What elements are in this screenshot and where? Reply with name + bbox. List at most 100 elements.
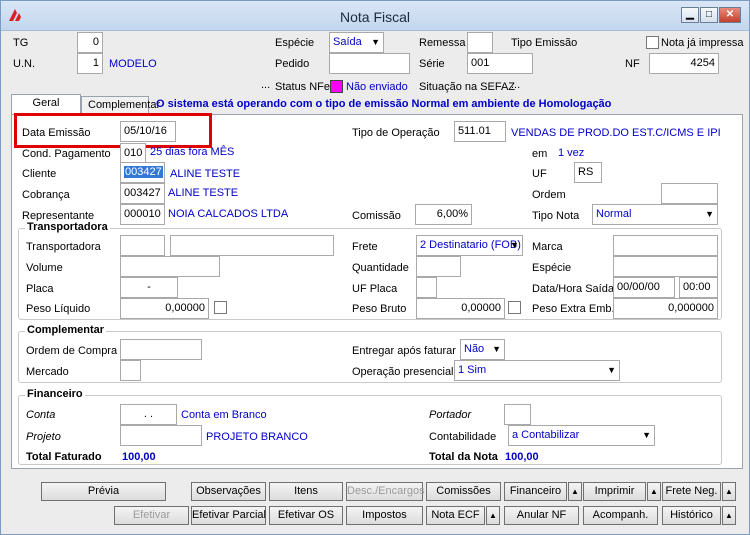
cobranca-input[interactable]: 003427 bbox=[120, 183, 165, 204]
nota-ecf-dropdown-button[interactable]: ▲ bbox=[486, 506, 500, 525]
frete-neg-button[interactable]: Frete Neg. bbox=[662, 482, 721, 501]
conta-input[interactable]: . . bbox=[120, 404, 177, 425]
transportadora-code-input[interactable] bbox=[120, 235, 165, 256]
projeto-label: Projeto bbox=[26, 431, 61, 443]
nota-ja-impressa-checkbox[interactable] bbox=[646, 36, 659, 49]
acompanh-button[interactable]: Acompanh. bbox=[583, 506, 658, 525]
contabilidade-value: a Contabilizar bbox=[512, 429, 580, 441]
efetivar-os-button[interactable]: Efetivar OS bbox=[269, 506, 343, 525]
nf-input[interactable]: 4254 bbox=[649, 53, 719, 74]
hora-saida-input[interactable]: 00:00 bbox=[679, 277, 718, 298]
transportadora-name-input[interactable] bbox=[170, 235, 334, 256]
imprimir-dropdown-button[interactable]: ▲ bbox=[647, 482, 661, 501]
especie-transp-label: Espécie bbox=[532, 262, 572, 274]
highlight-box bbox=[14, 113, 212, 148]
frete-label: Frete bbox=[352, 241, 378, 253]
tab-geral[interactable]: Geral bbox=[11, 94, 81, 115]
maximize-button[interactable]: □ bbox=[700, 7, 718, 23]
peso-bruto-input[interactable]: 0,00000 bbox=[416, 298, 505, 319]
peso-liquido-checkbox[interactable] bbox=[214, 301, 227, 314]
tipo-nota-select[interactable]: Normal ▼ bbox=[592, 204, 718, 225]
close-button[interactable]: ✕ bbox=[719, 7, 741, 23]
peso-bruto-checkbox[interactable] bbox=[508, 301, 521, 314]
un-input[interactable]: 1 bbox=[77, 53, 103, 74]
situacao-ellipsis-button[interactable]: ... bbox=[511, 79, 520, 91]
frete-value: 2 Destinatario (FOB) bbox=[420, 239, 521, 251]
uf-placa-input[interactable] bbox=[416, 277, 437, 298]
imprimir-button[interactable]: Imprimir bbox=[583, 482, 646, 501]
minimize-button[interactable]: ▁ bbox=[681, 7, 699, 23]
ordem-input[interactable] bbox=[661, 183, 718, 204]
desc-encargos-button[interactable]: Desc./Encargos bbox=[346, 482, 425, 501]
impostos-button[interactable]: Impostos bbox=[346, 506, 423, 525]
peso-extra-label: Peso Extra Emb. bbox=[532, 303, 615, 315]
previa-button[interactable]: Prévia bbox=[41, 482, 166, 501]
transportadora-label: Transportadora bbox=[26, 241, 101, 253]
homologacao-banner: O sistema está operando com o tipo de em… bbox=[156, 98, 612, 110]
mercado-input[interactable] bbox=[120, 360, 141, 381]
observacoes-button[interactable]: Observações bbox=[191, 482, 266, 501]
complementar-title: Complementar bbox=[25, 324, 107, 336]
tg-label: TG bbox=[13, 37, 29, 49]
serie-input[interactable]: 001 bbox=[467, 53, 533, 74]
placa-label: Placa bbox=[26, 283, 54, 295]
historico-dropdown-button[interactable]: ▲ bbox=[722, 506, 736, 525]
total-faturado-value: 100,00 bbox=[122, 451, 156, 463]
nota-ecf-button[interactable]: Nota ECF bbox=[426, 506, 485, 525]
data-saida-input[interactable]: 00/00/00 bbox=[613, 277, 675, 298]
especie-transp-input[interactable] bbox=[613, 256, 718, 277]
volume-input[interactable] bbox=[120, 256, 220, 277]
remessa-input[interactable] bbox=[467, 32, 493, 53]
representante-input[interactable]: 000010 bbox=[120, 204, 165, 225]
un-label: U.N. bbox=[13, 58, 35, 70]
placa-input[interactable]: - bbox=[120, 277, 178, 298]
cliente-input[interactable]: 003427 bbox=[120, 162, 165, 183]
portador-input[interactable] bbox=[504, 404, 531, 425]
frete-neg-dropdown-button[interactable]: ▲ bbox=[722, 482, 736, 501]
operacao-presencial-select[interactable]: 1 Sim ▼ bbox=[454, 360, 620, 381]
historico-button[interactable]: Histórico bbox=[662, 506, 721, 525]
conta-desc: Conta em Branco bbox=[181, 409, 267, 421]
comissoes-button[interactable]: Comissões bbox=[426, 482, 501, 501]
nota-ja-impressa-label: Nota já impressa bbox=[661, 37, 744, 49]
peso-liquido-input[interactable]: 0,00000 bbox=[120, 298, 209, 319]
status-ellipsis-button[interactable]: ... bbox=[261, 79, 270, 91]
itens-button[interactable]: Itens bbox=[269, 482, 343, 501]
uf-input[interactable]: RS bbox=[574, 162, 602, 183]
comissao-input[interactable]: 6,00% bbox=[415, 204, 472, 225]
quantidade-label: Quantidade bbox=[352, 262, 409, 274]
pedido-input[interactable] bbox=[329, 53, 410, 74]
peso-extra-input[interactable]: 0,000000 bbox=[613, 298, 718, 319]
entregar-label: Entregar após faturar bbox=[352, 345, 456, 357]
efetivar-button[interactable]: Efetivar bbox=[114, 506, 189, 525]
ordem-compra-input[interactable] bbox=[120, 339, 202, 360]
marca-input[interactable] bbox=[613, 235, 718, 256]
quantidade-input[interactable] bbox=[416, 256, 461, 277]
cond-pagamento-input[interactable]: 010 bbox=[120, 143, 146, 164]
efetivar-parcial-button[interactable]: Efetivar Parcial bbox=[191, 506, 266, 525]
financeiro-dropdown-button[interactable]: ▲ bbox=[568, 482, 582, 501]
anular-nf-button[interactable]: Anular NF bbox=[504, 506, 579, 525]
marca-label: Marca bbox=[532, 241, 563, 253]
window-title: Nota Fiscal bbox=[339, 9, 411, 25]
status-nfe-label: Status NFe bbox=[275, 81, 331, 93]
mercado-label: Mercado bbox=[26, 366, 69, 378]
contabilidade-select[interactable]: a Contabilizar ▼ bbox=[508, 425, 655, 446]
peso-liquido-label: Peso Líquido bbox=[26, 303, 91, 315]
especie-label: Espécie bbox=[275, 37, 315, 49]
tipo-operacao-label: Tipo de Operação bbox=[352, 127, 440, 139]
financeiro-button[interactable]: Financeiro bbox=[504, 482, 567, 501]
transportadora-title: Transportadora bbox=[25, 221, 110, 233]
especie-select[interactable]: Saída ▼ bbox=[329, 32, 384, 53]
cobranca-label: Cobrança bbox=[22, 189, 70, 201]
tg-input[interactable]: 0 bbox=[77, 32, 103, 53]
tipo-emissao-label: Tipo Emissão bbox=[511, 37, 578, 49]
em-value: 1 vez bbox=[558, 147, 585, 159]
tab-complementar[interactable]: Complementar bbox=[81, 96, 160, 114]
projeto-input[interactable] bbox=[120, 425, 202, 446]
frete-select[interactable]: 2 Destinatario (FOB) ▼ bbox=[416, 235, 523, 256]
tipo-operacao-input[interactable]: 511.01 bbox=[454, 121, 506, 142]
operacao-presencial-label: Operação presencial bbox=[352, 366, 454, 378]
entregar-select[interactable]: Não ▼ bbox=[460, 339, 505, 360]
chevron-down-icon: ▼ bbox=[642, 430, 651, 440]
